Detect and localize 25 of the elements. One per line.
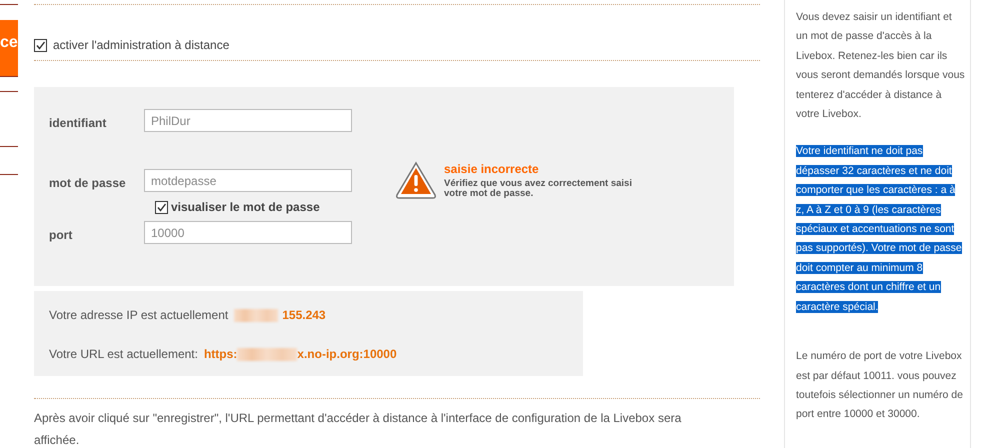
url-prefix: https: bbox=[204, 347, 238, 361]
warning-icon bbox=[394, 160, 438, 200]
help-paragraph: Le numéro de port de votre Livebox est par défaut 10011. vous pouvez toutefois sélectionner un numéro de port entre 10000 et 30000. bbox=[796, 349, 964, 422]
status-label: Votre adresse IP est actuellement bbox=[49, 308, 228, 322]
checkbox-label: visualiser le mot de passe bbox=[171, 200, 320, 214]
field-label: mot de passe bbox=[49, 174, 127, 190]
blurred-text bbox=[234, 308, 278, 322]
url-suffix: x.no-ip.org:10000 bbox=[297, 347, 397, 361]
blurred-text bbox=[237, 348, 298, 360]
field-label: port bbox=[49, 226, 74, 242]
text-field[interactable]: 10000 bbox=[144, 221, 352, 244]
help-paragraph: Votre identifiant ne doit pas dépasser 32 caractères et ne doit comporter que les caractères : a à z, A à Z et 0 à 9 (les caractères spéciaux et accentuations ne sont pas supportés). Votre mot de passe doit compter au minimum 8 caractères dont un chiffre et un caractère spécial. bbox=[796, 144, 963, 315]
checkbox[interactable] bbox=[34, 38, 47, 52]
checkbox-label: activer l'administration à distance bbox=[53, 38, 230, 52]
field-label: identifiant bbox=[49, 114, 108, 130]
info-paragraph: Après avoir cliqué sur "enregistrer", l'URL permettant d'accéder à distance à l'interface de configuration de la Livebox sera affichée. bbox=[34, 410, 682, 448]
text-field[interactable]: PhilDur bbox=[144, 109, 352, 132]
checkbox[interactable] bbox=[155, 200, 168, 214]
status-label: Votre URL est actuellement: bbox=[49, 347, 198, 361]
help-paragraph: Vous devez saisir un identifiant et un mot de passe d'accès à la Livebox. Retenez-les bien car ils vous seront demandés lorsque vous tenterez d'accéder à distance à votre Livebox. bbox=[796, 10, 966, 122]
text-field[interactable]: motdepasse bbox=[144, 169, 352, 192]
ip-address: 155.243 bbox=[282, 308, 326, 322]
error-title: saisie incorrecte bbox=[444, 162, 540, 176]
menu-tab[interactable]: ce bbox=[0, 20, 18, 77]
error-message: Vérifiez que vous avez correctement saisi votre mot de passe. bbox=[444, 179, 633, 199]
